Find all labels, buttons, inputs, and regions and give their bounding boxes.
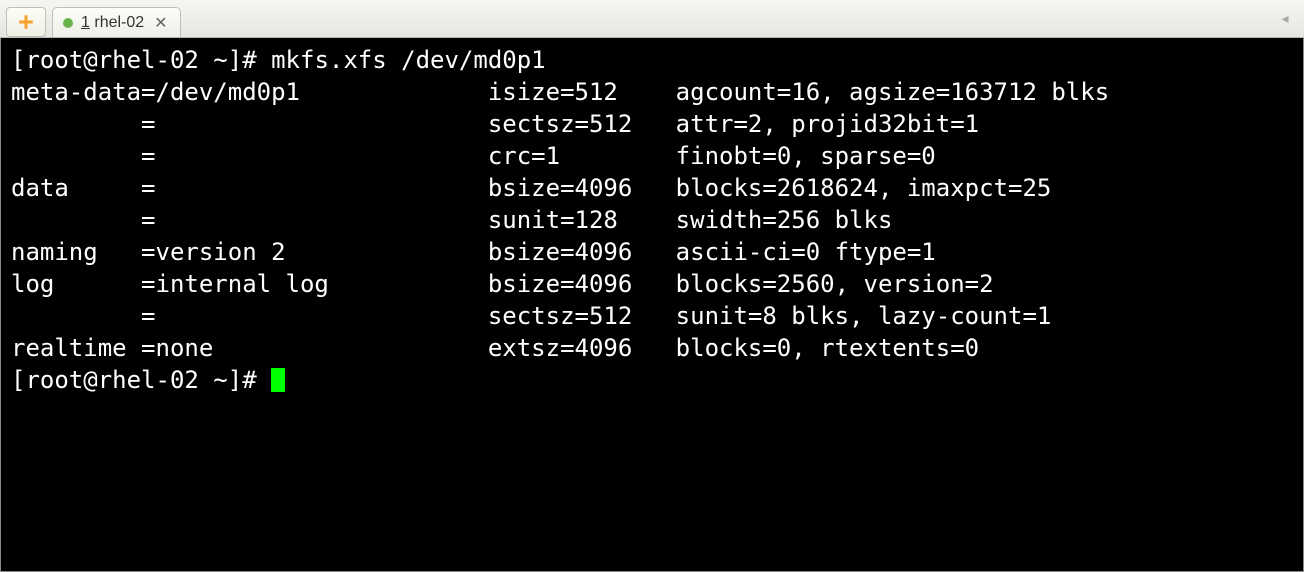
status-dot-icon [63, 18, 73, 28]
terminal-output[interactable]: [root@rhel-02 ~]# mkfs.xfs /dev/md0p1 me… [0, 38, 1304, 572]
new-tab-button[interactable] [6, 7, 46, 37]
cursor-icon [271, 368, 285, 392]
close-tab-button[interactable]: ✕ [152, 13, 169, 33]
tab-scroll-left-button[interactable]: ◂ [1272, 4, 1298, 32]
command-text: mkfs.xfs /dev/md0p1 [271, 46, 546, 74]
prompt-1: [root@rhel-02 ~]# [11, 46, 271, 74]
tab-bar: 1 rhel-02 ✕ ◂ [0, 0, 1304, 38]
command-output: meta-data=/dev/md0p1 isize=512 agcount=1… [11, 78, 1109, 362]
tab-rhel-02[interactable]: 1 rhel-02 ✕ [52, 7, 181, 37]
plus-icon [17, 13, 35, 31]
tab-title: 1 rhel-02 [81, 14, 144, 32]
prompt-2: [root@rhel-02 ~]# [11, 366, 271, 394]
